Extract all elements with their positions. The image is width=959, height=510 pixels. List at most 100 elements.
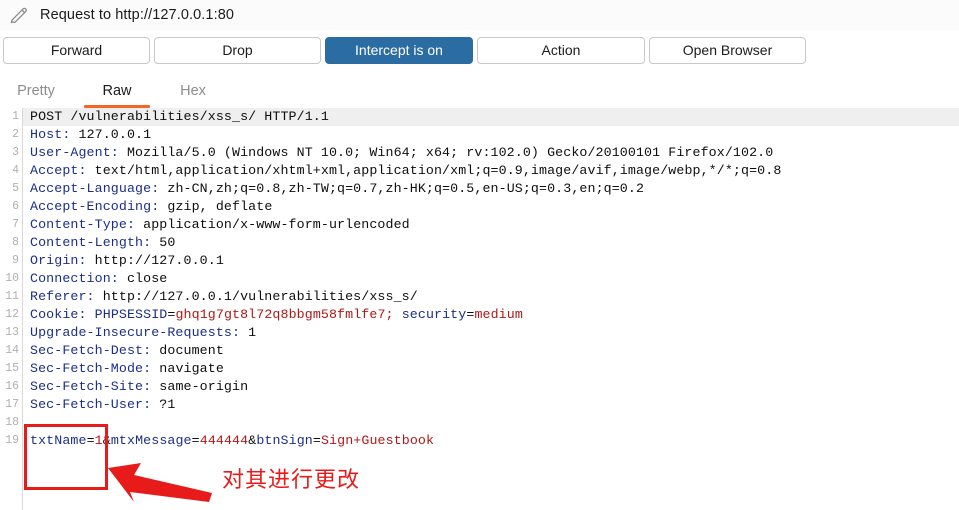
tab-raw[interactable]: Raw (78, 83, 156, 108)
request-line-text: POST /vulnerabilities/xss_s/ HTTP/1.1 (30, 109, 329, 124)
forward-button[interactable]: Forward (3, 36, 150, 64)
header-line-sec-fetch-dest: Sec-Fetch-Dest: document (23, 342, 959, 360)
annotation-note-text: 对其进行更改 (222, 468, 361, 493)
intercept-toolbar: Forward Drop Intercept is on Action Open… (0, 30, 959, 70)
param-value-txtname: 1 (94, 433, 103, 448)
header-value: zh-CN,zh;q=0.8,zh-TW;q=0.7,zh-HK;q=0.5,e… (159, 181, 645, 196)
header-line-sec-fetch-mode: Sec-Fetch-Mode: navigate (23, 360, 959, 378)
header-name: Origin: (30, 253, 87, 268)
header-line-host: Host: 127.0.0.1 (23, 126, 959, 144)
header-line-content-length: Content-Length: 50 (23, 234, 959, 252)
equals-sign: = (86, 433, 95, 448)
header-value: application/x-www-form-urlencoded (135, 217, 410, 232)
window-titlebar: Request to http://127.0.0.1:80 (0, 0, 959, 30)
header-value: 127.0.0.1 (70, 127, 152, 142)
header-value: gzip, deflate (159, 199, 273, 214)
header-line-cookie: Cookie: PHPSESSID=ghq1g7gt8l72q8bbgm58fm… (23, 306, 959, 324)
line-number: 4 (12, 164, 19, 177)
action-button[interactable]: Action (477, 36, 645, 64)
header-value: text/html,application/xhtml+xml,applicat… (86, 163, 782, 178)
header-line-connection: Connection: close (23, 270, 959, 288)
equals-sign: = (191, 433, 200, 448)
line-number: 18 (5, 416, 19, 429)
intercept-toggle-button[interactable]: Intercept is on (325, 36, 473, 64)
header-value: http://127.0.0.1/vulnerabilities/xss_s/ (94, 289, 418, 304)
header-line-user-agent: User-Agent: Mozilla/5.0 (Windows NT 10.0… (23, 144, 959, 162)
line-number: 16 (5, 380, 19, 393)
message-view-tabs: Pretty Raw Hex (0, 70, 959, 108)
header-value: Mozilla/5.0 (Windows NT 10.0; Win64; x64… (118, 145, 774, 160)
header-name: Accept-Encoding: (30, 199, 160, 214)
cookie-name-security: security (393, 307, 467, 322)
header-line-content-type: Content-Type: application/x-www-form-url… (23, 216, 959, 234)
header-line-accept-encoding: Accept-Encoding: gzip, deflate (23, 198, 959, 216)
cookie-value-phpsessid: ghq1g7gt8l72q8bbgm58fmlfe7; (175, 307, 394, 322)
header-value: 1 (240, 325, 257, 340)
header-line-sec-fetch-user: Sec-Fetch-User: ?1 (23, 396, 959, 414)
header-name: Host: (30, 127, 71, 142)
tab-hex[interactable]: Hex (162, 83, 224, 108)
param-value-btnsign: Sign+Guestbook (320, 433, 435, 448)
header-name: Referer: (30, 289, 95, 304)
raw-request-editor[interactable]: 1 2 3 4 5 6 7 8 9 10 11 12 13 14 15 16 1… (0, 108, 959, 510)
equals-sign: = (312, 433, 321, 448)
header-value: http://127.0.0.1 (86, 253, 224, 268)
tab-pretty[interactable]: Pretty (0, 83, 72, 108)
param-name-mtxmessage: mtxMessage (110, 433, 192, 448)
line-number: 7 (12, 218, 19, 231)
header-line-accept: Accept: text/html,application/xhtml+xml,… (23, 162, 959, 180)
header-value: document (151, 343, 224, 358)
ampersand: & (102, 433, 111, 448)
header-line-origin: Origin: http://127.0.0.1 (23, 252, 959, 270)
line-number-gutter: 1 2 3 4 5 6 7 8 9 10 11 12 13 14 15 16 1… (0, 108, 23, 510)
pencil-edit-icon (8, 4, 30, 26)
header-name: Accept: (30, 163, 87, 178)
request-body-line: txtName=1&mtxMessage=444444&btnSign=Sign… (23, 432, 959, 450)
line-number: 13 (5, 326, 19, 339)
line-number: 1 (12, 110, 19, 123)
header-line-accept-language: Accept-Language: zh-CN,zh;q=0.8,zh-TW;q=… (23, 180, 959, 198)
line-number: 8 (12, 236, 19, 249)
line-number: 12 (5, 308, 19, 321)
header-line-referer: Referer: http://127.0.0.1/vulnerabilitie… (23, 288, 959, 306)
line-number: 11 (5, 290, 19, 303)
line-number: 15 (5, 362, 19, 375)
cookie-value-security: medium (474, 307, 523, 322)
header-value: ?1 (151, 397, 176, 412)
open-browser-button[interactable]: Open Browser (649, 36, 806, 64)
line-number: 3 (12, 146, 19, 159)
line-number: 17 (5, 398, 19, 411)
param-name-btnsign: btnSign (256, 433, 313, 448)
page-title: Request to http://127.0.0.1:80 (40, 7, 235, 23)
line-number: 10 (5, 272, 19, 285)
cookie-name-phpsessid: PHPSESSID (94, 307, 168, 322)
request-line: POST /vulnerabilities/xss_s/ HTTP/1.1 (23, 108, 959, 126)
header-value: navigate (151, 361, 224, 376)
header-name: Sec-Fetch-Site: (30, 379, 152, 394)
header-name: Upgrade-Insecure-Requests: (30, 325, 241, 340)
line-number: 14 (5, 344, 19, 357)
header-name: Connection: (30, 271, 119, 286)
param-name-txtname: txtName (30, 433, 87, 448)
header-name: Cookie: (30, 307, 87, 322)
header-name: Sec-Fetch-User: (30, 397, 152, 412)
header-value: same-origin (151, 379, 249, 394)
request-text[interactable]: POST /vulnerabilities/xss_s/ HTTP/1.1 Ho… (23, 108, 959, 510)
line-number: 2 (12, 128, 19, 141)
header-name: Content-Type: (30, 217, 136, 232)
header-line-sec-fetch-site: Sec-Fetch-Site: same-origin (23, 378, 959, 396)
line-number: 9 (12, 254, 19, 267)
header-name: Content-Length: (30, 235, 152, 250)
header-name: Accept-Language: (30, 181, 160, 196)
line-number: 5 (12, 182, 19, 195)
drop-button[interactable]: Drop (154, 36, 321, 64)
header-line-upgrade-insecure-requests: Upgrade-Insecure-Requests: 1 (23, 324, 959, 342)
header-name: Sec-Fetch-Dest: (30, 343, 152, 358)
header-name: Sec-Fetch-Mode: (30, 361, 152, 376)
param-value-mtxmessage: 444444 (199, 433, 249, 448)
header-name: User-Agent: (30, 145, 119, 160)
line-number: 19 (5, 434, 19, 447)
header-value: 50 (151, 235, 176, 250)
